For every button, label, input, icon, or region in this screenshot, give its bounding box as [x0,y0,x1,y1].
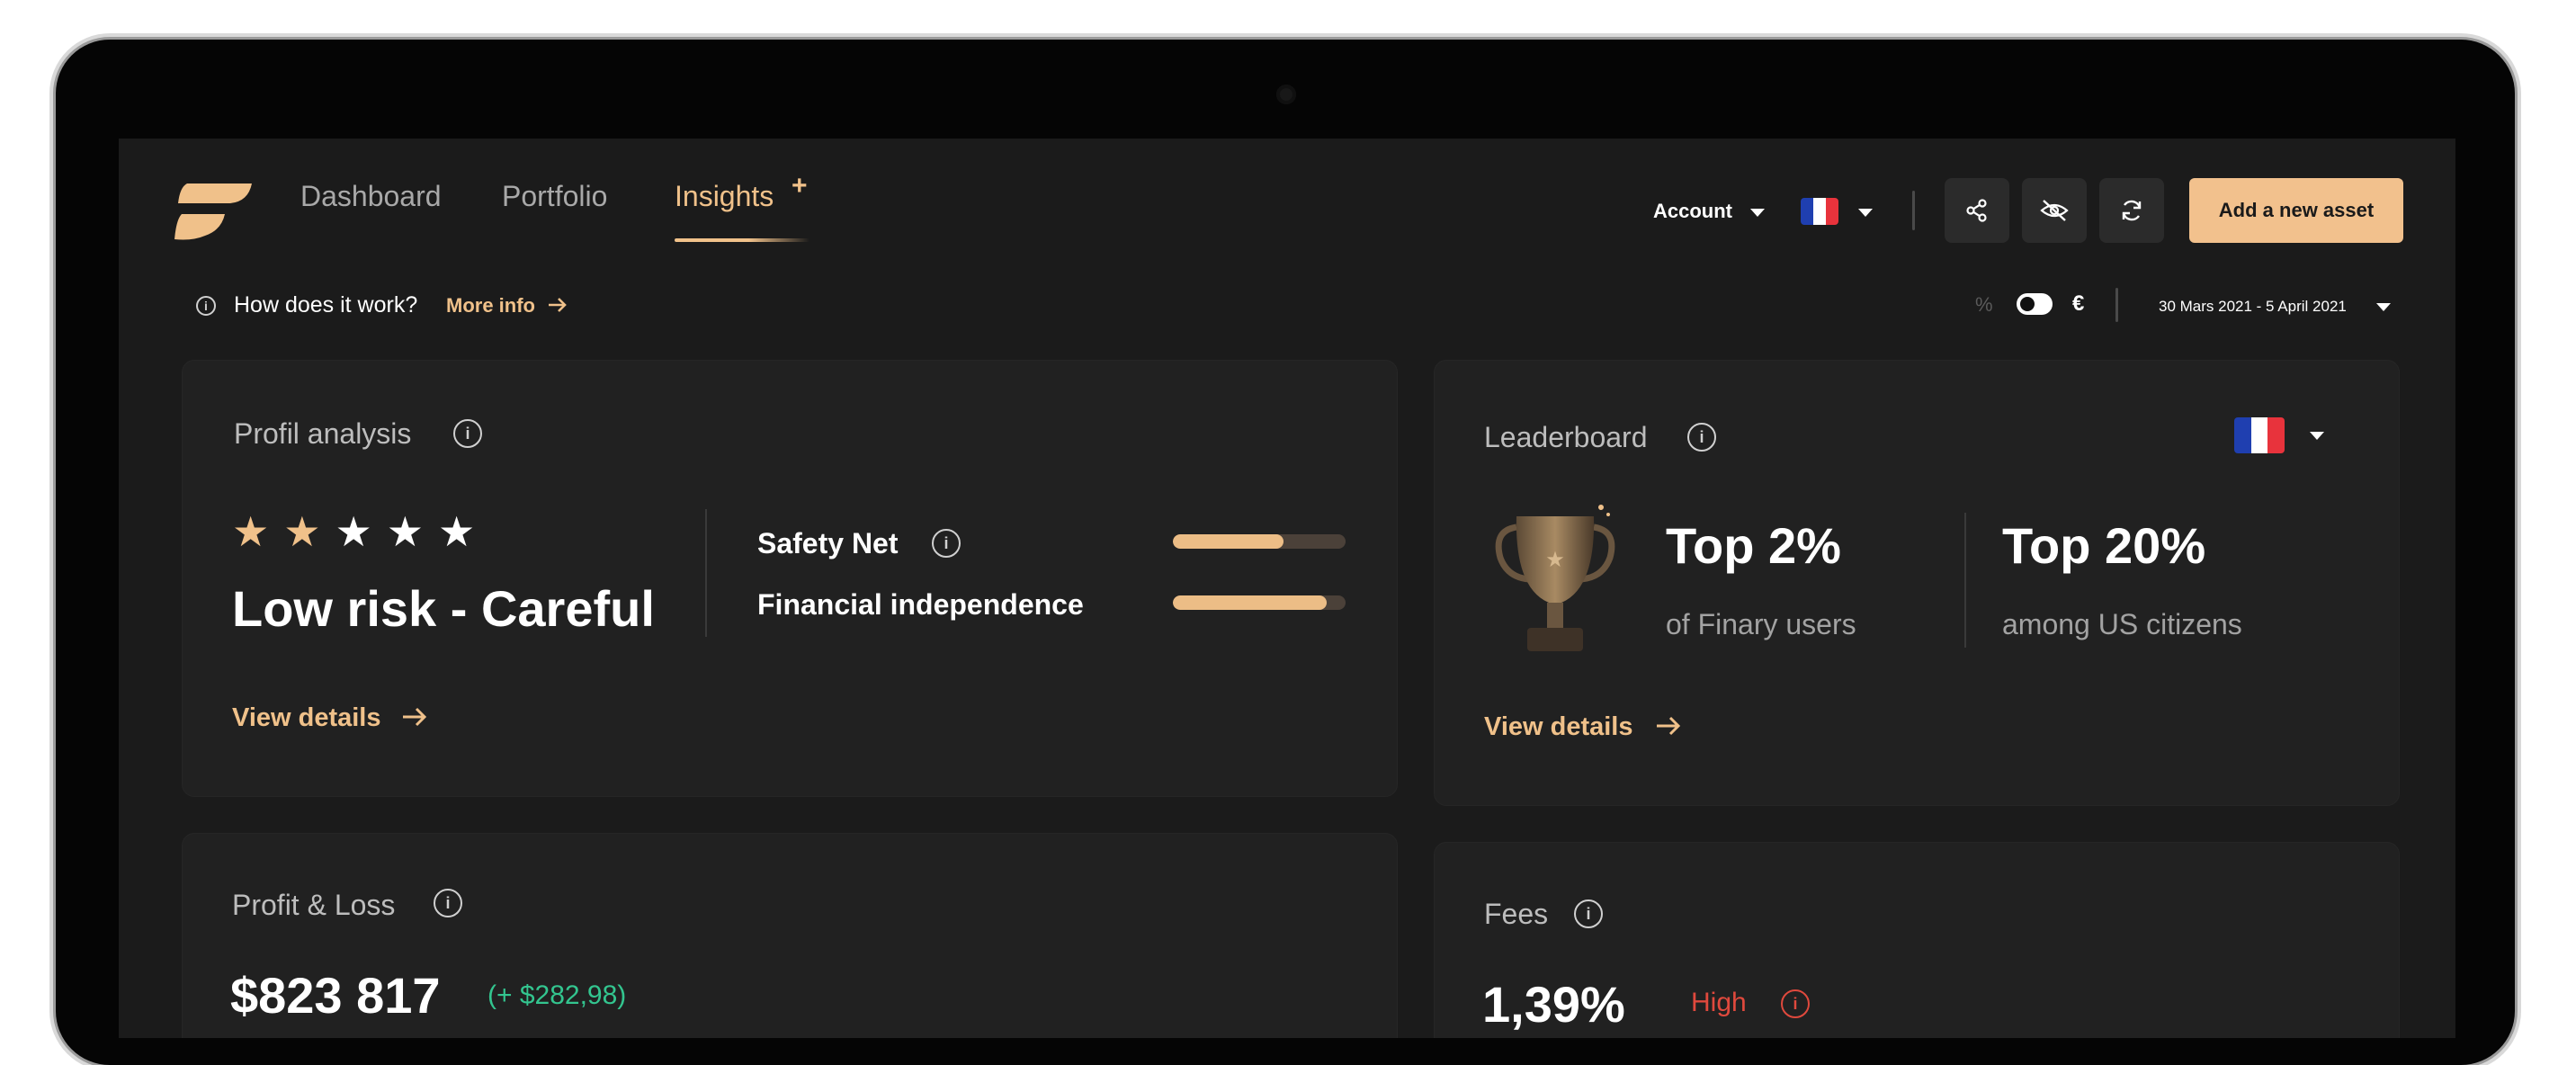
eye-off-icon [2040,200,2069,221]
currency-toggle[interactable] [2017,293,2053,315]
info-icon[interactable]: i [1687,423,1716,452]
nav-insights[interactable]: Insights [675,180,774,213]
safety-net-label: Safety Net [757,527,899,559]
financial-independence-label: Financial independence [757,588,1084,621]
star-empty-icon: ★ [386,508,424,555]
profit-loss-value: $823 817 [230,967,441,1024]
star-empty-icon: ★ [438,508,476,555]
share-button[interactable] [1945,178,2009,243]
chevron-down-icon[interactable] [2376,303,2391,311]
account-dropdown[interactable]: Account [1653,200,1732,223]
leaderboard-finary-rank: Top 2% [1666,517,1841,574]
nav-portfolio[interactable]: Portfolio [502,180,607,213]
leaderboard-title: Leaderboard [1484,421,1648,453]
profil-analysis-title: Profil analysis [234,417,412,450]
leaderboard-us-caption: among US citizens [2002,608,2242,640]
arrow-right-icon[interactable] [401,707,428,727]
fees-level-badge: High [1691,988,1747,1017]
camera-icon [1276,85,1296,104]
safety-net-progress [1173,534,1346,549]
star-filled-icon: ★ [232,508,270,555]
share-icon [1966,199,1987,222]
info-icon[interactable]: i [932,529,961,558]
trophy-icon: ★ [1495,505,1615,651]
add-asset-button[interactable]: Add a new asset [2189,178,2403,243]
info-icon[interactable]: i [1574,899,1603,928]
finary-logo-icon [174,183,252,240]
date-range-picker[interactable]: 30 Mars 2021 - 5 April 2021 [2159,298,2347,316]
how-it-works-text: How does it work? [234,292,418,318]
leaderboard-finary-caption: of Finary users [1666,608,1856,640]
profit-loss-title: Profit & Loss [232,889,396,921]
fees-title: Fees [1484,898,1549,930]
percent-label: % [1975,293,1993,316]
active-tab-underline [675,238,809,242]
chevron-down-icon[interactable] [1858,209,1873,217]
hide-values-button[interactable] [2022,178,2087,243]
euro-label: € [2072,291,2085,316]
risk-label: Low risk - Careful [232,580,655,637]
more-info-link[interactable]: More info [446,294,535,318]
divider [1964,513,1966,648]
star-empty-icon: ★ [335,508,372,555]
chevron-down-icon [1750,209,1765,217]
risk-rating-stars: ★ ★ ★ ★ ★ [232,511,475,552]
app-screen: Dashboard Portfolio Insights + Account A… [119,139,2455,1038]
arrow-right-icon[interactable] [1655,716,1682,736]
refresh-button[interactable] [2099,178,2164,243]
divider [1912,191,1915,230]
leaderboard-us-rank: Top 20% [2002,517,2206,574]
france-flag-icon[interactable] [1801,198,1838,225]
financial-independence-progress-fill [1173,595,1327,610]
chevron-down-icon[interactable] [2310,432,2324,440]
profil-view-details-link[interactable]: View details [232,703,381,733]
info-icon: i [196,296,216,316]
financial-independence-progress [1173,595,1346,610]
divider [705,509,707,637]
nav-dashboard[interactable]: Dashboard [300,180,442,213]
safety-net-progress-fill [1173,534,1284,549]
france-flag-icon[interactable] [2234,417,2285,453]
leaderboard-view-details-link[interactable]: View details [1484,712,1633,742]
arrow-right-icon[interactable] [547,297,568,313]
fees-value: 1,39% [1482,976,1625,1033]
info-icon[interactable]: i [1781,989,1810,1018]
divider [2115,288,2118,322]
insights-plus-badge: + [792,171,808,201]
info-icon[interactable]: i [453,419,482,448]
star-filled-icon: ★ [283,508,321,555]
refresh-icon [2122,200,2142,221]
info-icon[interactable]: i [434,889,462,917]
svg-text:★: ★ [1545,547,1565,572]
